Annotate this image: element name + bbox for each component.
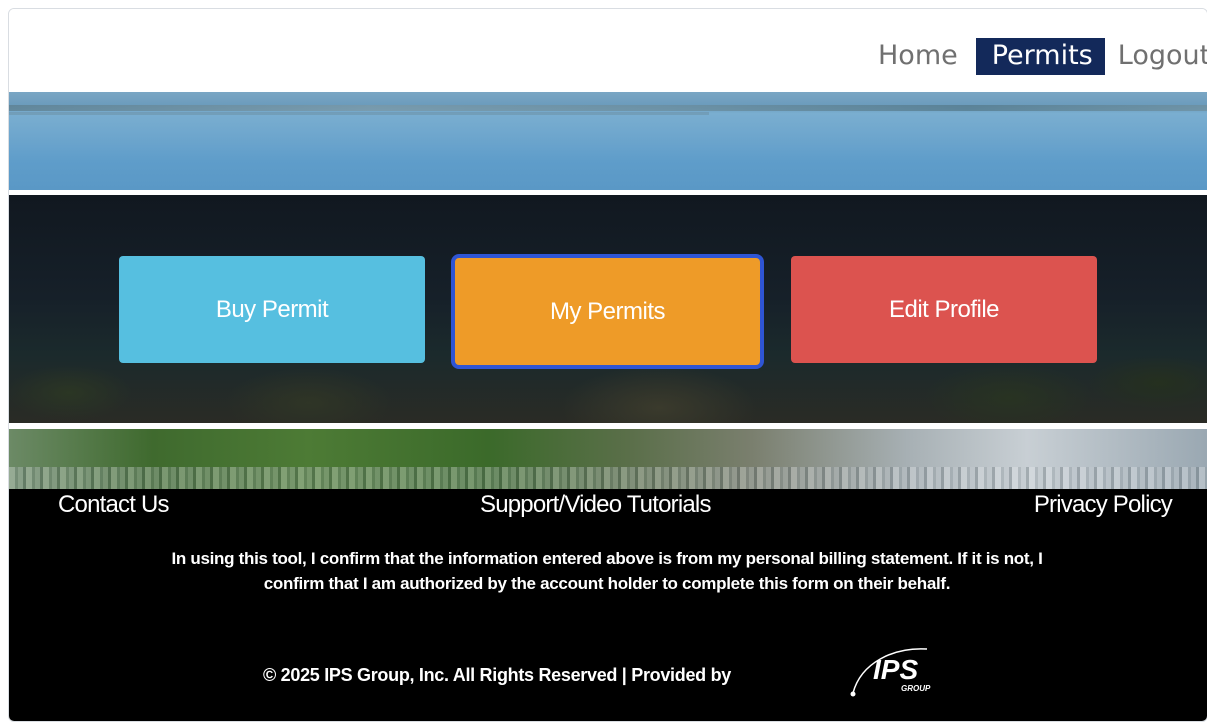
city-skyline-image	[9, 429, 1207, 489]
buy-permit-button[interactable]: Buy Permit	[119, 256, 425, 363]
nav-logout[interactable]: Logout	[1115, 38, 1207, 75]
footer: Contact Us Support/Video Tutorials Priva…	[9, 489, 1207, 721]
city-buildings	[9, 467, 1207, 489]
main-nav: Home Permits Logout	[875, 38, 1207, 75]
nav-home[interactable]: Home	[875, 38, 970, 75]
header: Home Permits Logout	[9, 9, 1207, 92]
privacy-policy-link[interactable]: Privacy Policy	[1034, 491, 1173, 519]
copyright-text: © 2025 IPS Group, Inc. All Rights Reserv…	[263, 665, 731, 685]
edit-profile-button[interactable]: Edit Profile	[791, 256, 1097, 363]
contact-us-link[interactable]: Contact Us	[58, 491, 170, 519]
page-frame: Home Permits Logout Buy Permit My Permit…	[8, 8, 1207, 722]
water-banner-image	[9, 92, 1207, 190]
svg-text:IPS: IPS	[873, 654, 918, 685]
svg-text:GROUP: GROUP	[901, 684, 931, 693]
shoreline-haze	[9, 112, 709, 115]
far-shoreline	[9, 105, 1207, 111]
nav-permits[interactable]: Permits	[975, 38, 1105, 75]
action-panel: Buy Permit My Permits Edit Profile	[9, 195, 1207, 423]
my-permits-button[interactable]: My Permits	[451, 254, 764, 369]
ips-group-logo[interactable]: IPS GROUP	[841, 639, 951, 701]
disclaimer-text: In using this tool, I confirm that the i…	[171, 549, 1043, 593]
support-video-tutorials-link[interactable]: Support/Video Tutorials	[480, 491, 711, 519]
